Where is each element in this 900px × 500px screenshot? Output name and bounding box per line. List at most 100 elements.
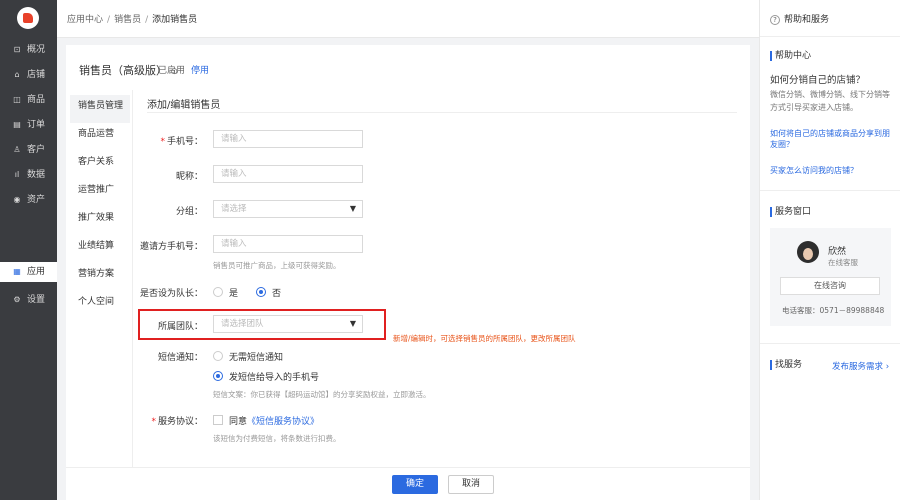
subnav-item-salesperson[interactable]: 销售员管理	[70, 95, 130, 123]
app-grid-icon: ▦	[13, 267, 21, 276]
logo-mark-icon	[23, 13, 33, 23]
find-service-title: 找服务	[770, 360, 802, 370]
agreement-link[interactable]: 《短信服务协议》	[247, 417, 319, 427]
leader-no-radio[interactable]	[256, 287, 266, 297]
nav-item-overview[interactable]: ⊡ 概况	[0, 40, 57, 60]
group-label: 分组：	[175, 207, 203, 217]
service-phone: 电话客服：0571－89988848	[782, 306, 885, 315]
sms-none-label: 无需短信通知	[229, 353, 284, 363]
leader-yes-label: 是	[229, 289, 239, 299]
avatar	[797, 241, 819, 263]
agent-name: 欣然	[828, 247, 847, 257]
subnav-item-goods[interactable]: 商品运营	[70, 123, 130, 151]
order-icon: ▤	[13, 120, 21, 129]
disable-link[interactable]: 停用	[191, 66, 209, 76]
service-card: 欣然 在线客服 在线咨询 电话客服：0571－89988848	[770, 228, 891, 326]
breadcrumb: 应用中心 / 销售员 / 添加销售员	[67, 15, 198, 25]
subnav-item-settlement[interactable]: 业绩结算	[70, 235, 130, 263]
help-link-visit[interactable]: 买家怎么访问我的店铺？	[770, 165, 894, 176]
help-panel: ? 帮助和服务 帮助中心 如何分销自己的店铺？ 微信分销、微博分销、线下分销等方式…	[759, 0, 900, 500]
nav-label: 订单	[27, 120, 46, 130]
phone-label: * 手机号：	[160, 137, 203, 147]
divider	[760, 190, 900, 191]
subnav-item-customer[interactable]: 客户关系	[70, 151, 130, 179]
store-icon: ⌂	[14, 70, 20, 79]
nav-label: 资产	[27, 195, 46, 205]
overview-icon: ⊡	[13, 45, 21, 54]
nav-item-order[interactable]: ▤ 订单	[0, 115, 57, 135]
nav-item-data[interactable]: ıl 数据	[0, 165, 57, 185]
phone-input[interactable]: 请输入	[213, 130, 363, 148]
breadcrumb-salesperson[interactable]: 销售员	[114, 15, 141, 25]
agreement-checkbox[interactable]	[213, 415, 223, 425]
app-logo[interactable]	[17, 7, 39, 29]
nav-item-goods[interactable]: ◫ 商品	[0, 90, 57, 110]
divider	[760, 36, 900, 37]
agreement-label: * 服务协议：	[151, 417, 203, 427]
divider	[147, 112, 737, 113]
status-badge: 已启用 停用	[158, 66, 210, 76]
breadcrumb-current: 添加销售员	[152, 15, 198, 25]
confirm-button[interactable]: 确定	[392, 475, 438, 494]
nickname-label: 昵称：	[175, 172, 203, 182]
divider	[760, 343, 900, 344]
main-card: 销售员（高级版） ⊙ 已启用 停用 销售员管理 商品运营 客户关系 运营推广 推广…	[66, 45, 750, 467]
nav-label: 客户	[27, 145, 46, 155]
data-icon: ıl	[14, 170, 20, 179]
subnav-item-plan[interactable]: 营销方案	[70, 263, 130, 291]
subnav-item-promotion[interactable]: 运营推广	[70, 179, 130, 207]
team-warning: 新增/编辑时，可选择销售员的所属团队，更改所属团队	[393, 334, 576, 343]
inviter-label: 邀请方手机号：	[139, 242, 203, 252]
agent-role: 在线客服	[828, 258, 858, 267]
highlight-box	[138, 309, 386, 340]
help-question: 如何分销自己的店铺？	[770, 75, 866, 86]
sms-hint: 短信文案：你已获得【超码运动馆】的分享奖励权益，立即激活。	[213, 390, 431, 399]
nav-item-asset[interactable]: ◉ 资产	[0, 190, 57, 210]
service-window-title: 服务窗口	[770, 207, 811, 217]
nav-item-settings[interactable]: ⚙ 设置	[0, 290, 57, 310]
nav-label: 商品	[27, 95, 46, 105]
sms-send-radio[interactable]	[213, 371, 223, 381]
nav-item-app[interactable]: ▦ 应用	[0, 262, 57, 282]
nav-label: 设置	[27, 295, 46, 305]
nav-item-store[interactable]: ⌂ 店铺	[0, 65, 57, 85]
leader-no-label: 否	[272, 289, 282, 299]
nav-label: 数据	[27, 170, 46, 180]
top-bar: 应用中心 / 销售员 / 添加销售员	[57, 0, 759, 38]
nav-item-customer[interactable]: ♙ 客户	[0, 140, 57, 160]
inviter-hint: 销售员可推广商品，上级可获得奖励。	[213, 261, 341, 270]
nickname-input[interactable]: 请输入	[213, 165, 363, 183]
leader-yes-radio[interactable]	[213, 287, 223, 297]
post-request-link[interactable]: 发布服务需求 ›	[832, 360, 889, 372]
sms-label: 短信通知：	[157, 353, 203, 363]
customer-icon: ♙	[13, 145, 21, 154]
help-center-title: 帮助中心	[770, 51, 811, 61]
subnav-item-effect[interactable]: 推广效果	[70, 207, 130, 235]
subnav-item-personal[interactable]: 个人空间	[70, 291, 130, 319]
gear-icon: ⚙	[13, 295, 21, 304]
help-link-share[interactable]: 如何将自己的店铺或商品分享到朋友圈？	[770, 128, 894, 150]
help-panel-title: ? 帮助和服务	[770, 12, 829, 25]
agreement-text: 同意《短信服务协议》	[229, 417, 320, 427]
nav-label: 应用	[27, 267, 46, 277]
chevron-down-icon: ▼	[349, 204, 356, 213]
leader-label: 是否设为队长：	[139, 289, 203, 299]
question-icon: ?	[770, 15, 780, 25]
sub-nav: 销售员管理 商品运营 客户关系 运营推广 推广效果 业绩结算 营销方案 个人空间	[70, 95, 130, 319]
sms-send-label: 发短信给导入的手机号	[229, 373, 320, 383]
sms-none-radio[interactable]	[213, 351, 223, 361]
cancel-button[interactable]: 取消	[448, 475, 494, 494]
agreement-hint: 该短信为付费短信，将条数进行扣费。	[213, 434, 341, 443]
consult-button[interactable]: 在线咨询	[780, 277, 880, 295]
nav-label: 概况	[27, 45, 46, 55]
nav-label: 店铺	[27, 70, 46, 80]
help-answer: 微信分销、微博分销、线下分销等方式引导买家进入店铺。	[770, 90, 890, 112]
form-footer: 确定 取消	[66, 467, 750, 500]
form-title: 添加/编辑销售员	[147, 100, 221, 111]
breadcrumb-app-center[interactable]: 应用中心	[67, 15, 103, 25]
goods-icon: ◫	[13, 95, 21, 104]
inviter-input[interactable]: 请输入	[213, 235, 363, 253]
group-select[interactable]: 请选择 ▼	[213, 200, 363, 218]
asset-icon: ◉	[13, 195, 21, 204]
main-nav: ⊡ 概况 ⌂ 店铺 ◫ 商品 ▤ 订单 ♙ 客户 ıl 数据 ◉ 资产 ▦ 应用 ⚙ 设置	[0, 0, 57, 500]
